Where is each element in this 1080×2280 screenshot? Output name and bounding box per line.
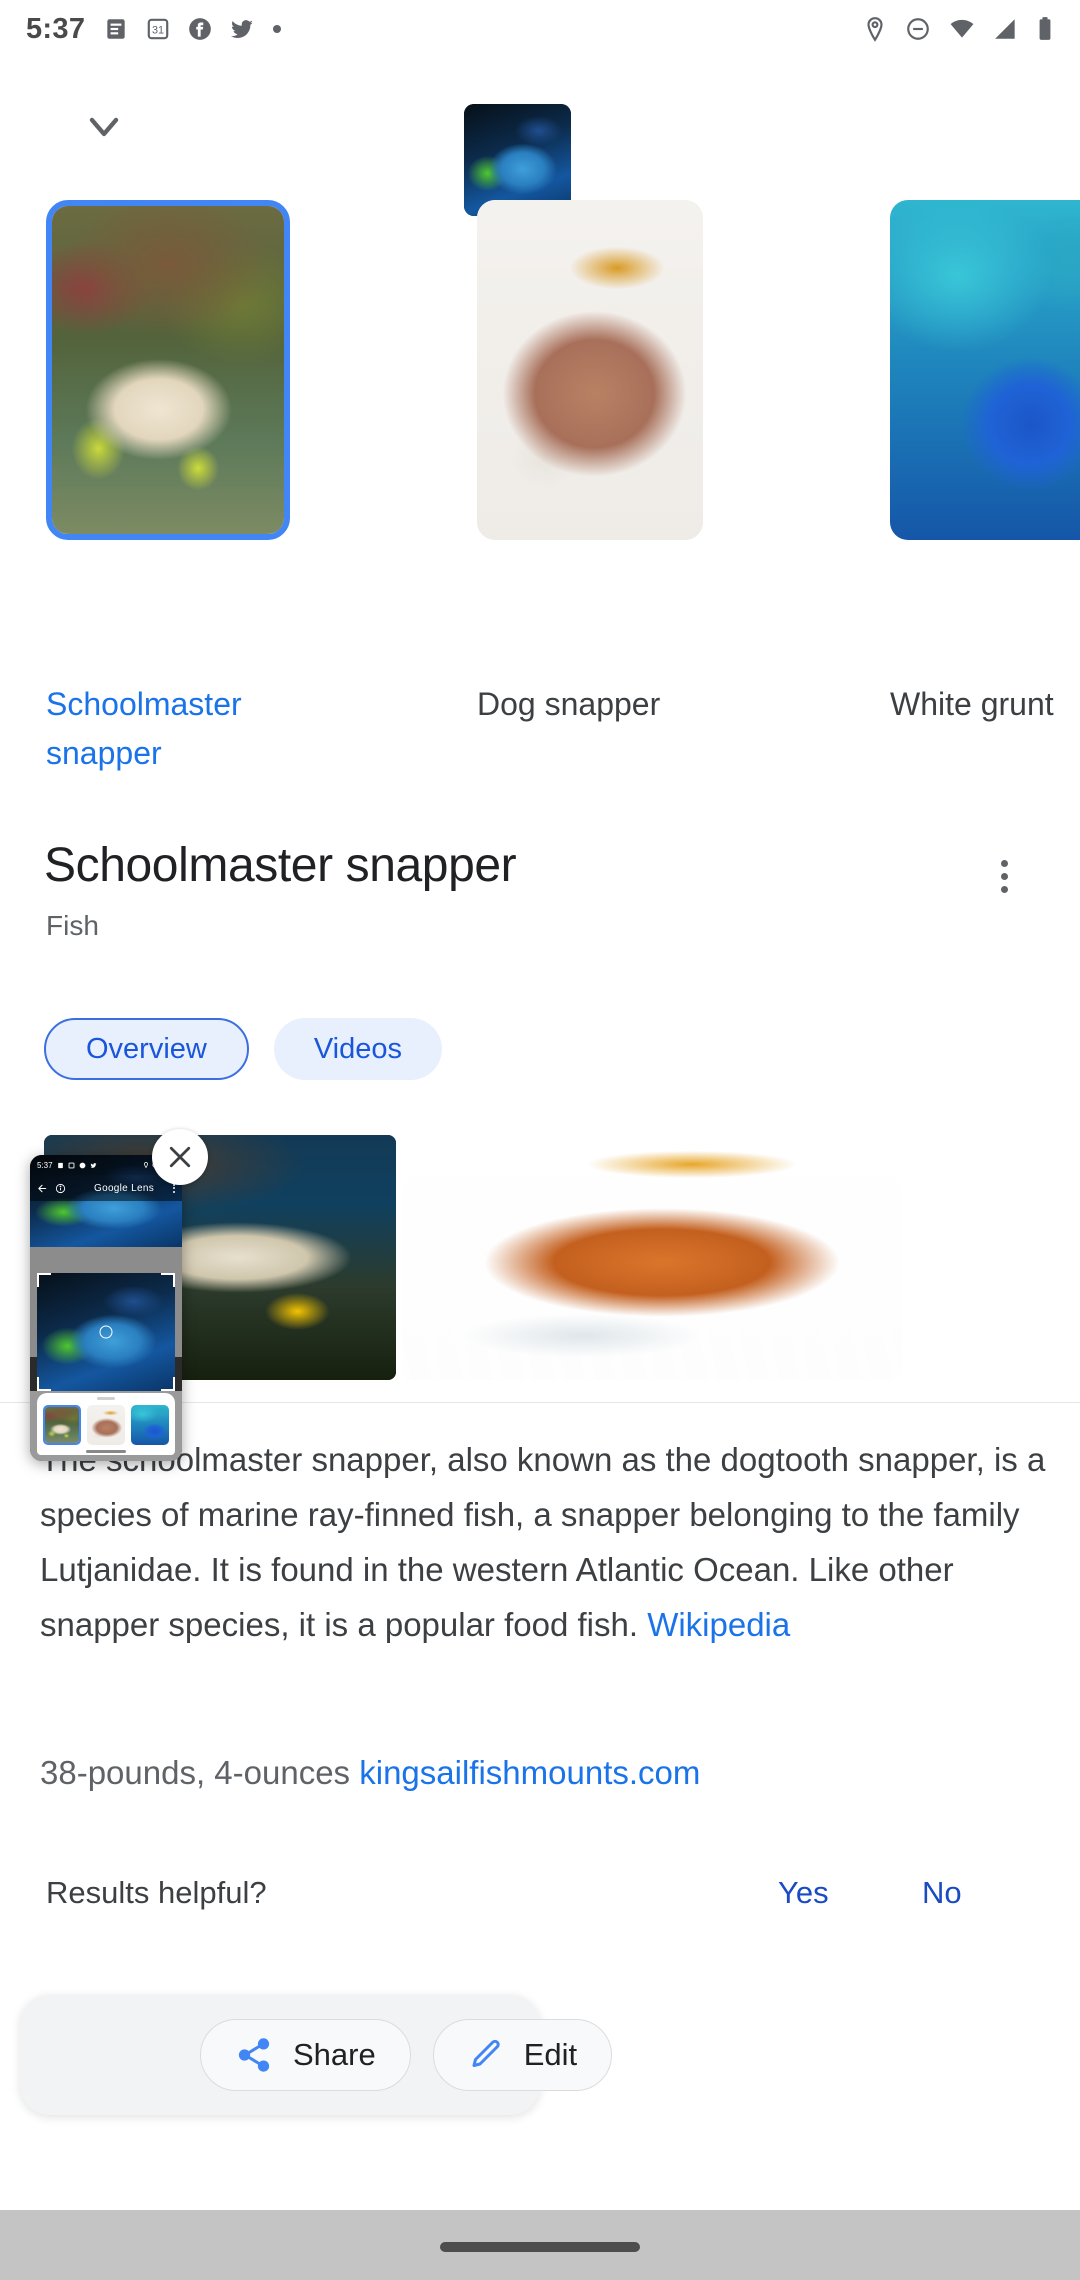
calendar-31-icon <box>68 1162 74 1168</box>
overflow-menu-button[interactable] <box>980 852 1028 900</box>
page-subtitle: Fish <box>46 910 99 941</box>
more-vert-icon-dot <box>1000 872 1008 880</box>
carousel-card-schoolmaster-snapper[interactable] <box>46 200 290 540</box>
pip-app-bar: Google Lens <box>30 1175 182 1201</box>
pip-nav-pill <box>86 1450 126 1453</box>
description-text: The schoolmaster snapper, also known as … <box>40 1441 1046 1643</box>
carousel-card-dog-snapper[interactable] <box>477 200 703 540</box>
wikipedia-link[interactable]: Wikipedia <box>647 1606 790 1643</box>
edit-button-label: Edit <box>523 2037 578 2072</box>
pip-card-schoolmaster-snapper <box>43 1405 81 1445</box>
source-link-kingsailfishmounts[interactable]: kingsailfishmounts.com <box>359 1754 700 1791</box>
share-icon <box>238 2038 270 2072</box>
carousel-card-image <box>52 206 284 534</box>
feedback-yes-button[interactable]: Yes <box>778 1875 829 1911</box>
carousel-label-white-grunt[interactable]: White grunt <box>890 680 1080 729</box>
carousel-card-image <box>890 200 1080 540</box>
picture-in-picture-window[interactable]: 5:37 Google Lens <box>30 1155 182 1461</box>
crop-corner-icon <box>161 1377 175 1391</box>
description-paragraph: The schoolmaster snapper, also known as … <box>40 1432 1050 1652</box>
share-button-label: Share <box>293 2037 376 2072</box>
more-vert-icon-dot <box>1000 859 1008 867</box>
pip-app-title: Google Lens <box>94 1182 155 1194</box>
facebook-icon <box>79 1162 85 1168</box>
pip-result-sheet <box>37 1393 175 1455</box>
secondary-text: 38-pounds, 4-ounces <box>40 1754 360 1791</box>
status-bar-notification-icons: 31 <box>103 16 283 42</box>
carousel-label-schoolmaster-snapper[interactable]: Schoolmaster snapper <box>46 680 286 778</box>
location-icon <box>144 1162 148 1168</box>
message-icon <box>107 19 125 39</box>
status-bar: 5:37 31 <box>0 0 1080 58</box>
twitter-icon <box>231 20 254 38</box>
system-nav-pill[interactable] <box>440 2242 640 2252</box>
close-icon <box>169 1146 191 1168</box>
share-button[interactable]: Share <box>200 2019 411 2091</box>
feedback-question: Results helpful? <box>46 1875 267 1910</box>
edit-button[interactable]: Edit <box>432 2019 613 2091</box>
location-icon <box>867 17 883 42</box>
wifi-icon <box>950 19 974 38</box>
feedback-no-button[interactable]: No <box>922 1875 962 1911</box>
svg-text:31: 31 <box>152 24 164 36</box>
result-image-illustration[interactable] <box>402 1135 902 1380</box>
do-not-disturb-icon <box>907 18 929 40</box>
feedback-row: Results helpful? Yes No <box>0 1845 1080 1965</box>
carousel-labels: Schoolmaster snapper Dog snapper White g… <box>0 680 1080 800</box>
lens-focus-icon <box>99 1325 113 1339</box>
pip-card-dog-snapper <box>87 1405 125 1445</box>
crop-corner-icon <box>37 1377 51 1391</box>
pip-close-button[interactable] <box>152 1129 208 1185</box>
action-sheet: Share Edit <box>20 1995 613 2115</box>
pencil-icon <box>472 2039 500 2067</box>
status-bar-system-icons <box>862 16 1054 42</box>
twitter-icon <box>90 1162 96 1168</box>
page-title: Schoolmaster snapper <box>44 839 517 892</box>
carousel-label-dog-snapper[interactable]: Dog snapper <box>477 680 717 729</box>
pip-card-row <box>43 1405 169 1445</box>
battery-icon <box>1039 17 1051 40</box>
result-image-illustration-art <box>402 1135 902 1380</box>
carousel-card-white-grunt[interactable] <box>890 200 1080 540</box>
pip-crop-region <box>37 1273 175 1391</box>
chevron-down-icon <box>89 117 119 137</box>
secondary-line: 38-pounds, 4-ounces kingsailfishmounts.c… <box>40 1745 1050 1800</box>
crop-corner-icon <box>161 1273 175 1287</box>
signal-icon <box>995 19 1015 39</box>
calendar-31-icon: 31 <box>147 18 169 40</box>
tab-videos[interactable]: Videos <box>273 1018 443 1080</box>
tab-overview[interactable]: Overview <box>44 1018 249 1080</box>
info-icon <box>55 1183 66 1193</box>
facebook-icon <box>189 18 212 40</box>
carousel-card-image <box>477 200 703 540</box>
arrow-back-icon <box>38 1184 47 1192</box>
tab-chip-group: Overview Videos <box>44 1018 443 1080</box>
pip-card-white-grunt <box>131 1405 169 1445</box>
dot-icon <box>273 25 282 33</box>
lens-result-page: 5:37 31 Schoolmaster snapper Dog snapper… <box>0 0 1080 2210</box>
crop-corner-icon <box>37 1273 51 1287</box>
top-bar <box>0 58 1080 216</box>
match-carousel[interactable] <box>0 200 1080 540</box>
more-vert-icon-dot <box>1000 885 1008 893</box>
status-bar-clock: 5:37 <box>26 12 86 45</box>
message-icon <box>57 1162 63 1168</box>
collapse-button[interactable] <box>76 106 132 146</box>
sheet-grabber <box>97 1397 115 1400</box>
more-vert-icon <box>173 1183 175 1193</box>
pip-status-bar-clock: 5:37 <box>37 1160 53 1170</box>
